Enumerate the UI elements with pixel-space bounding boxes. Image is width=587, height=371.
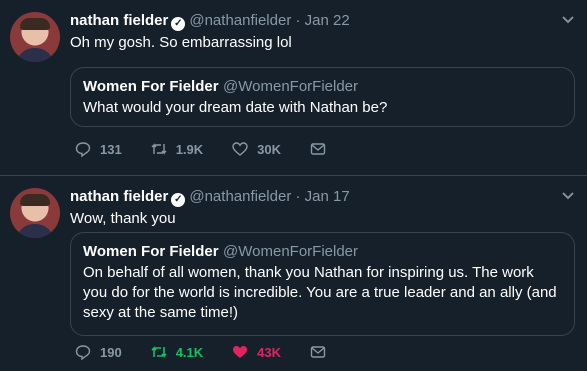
tweet-actions: 190 4.1K 43K	[74, 343, 363, 361]
quoted-author-name: Women For Fielder	[83, 243, 219, 260]
share-button[interactable]	[309, 343, 335, 361]
quoted-tweet[interactable]: Women For Fielder @WomenForFielder What …	[70, 67, 575, 127]
chevron-down-icon[interactable]	[561, 188, 575, 202]
tweet-header: nathan fielder ✓ @nathanfielder · Jan 17	[70, 187, 547, 207]
like-count: 30K	[257, 141, 282, 157]
tweet-date[interactable]: Jan 22	[305, 12, 350, 29]
retweet-count: 4.1K	[175, 344, 204, 360]
retweet-icon	[151, 143, 167, 155]
tweet-date[interactable]: Jan 17	[305, 188, 350, 205]
reply-count: 190	[100, 344, 122, 360]
reply-count: 131	[100, 141, 122, 157]
reply-icon	[75, 345, 91, 361]
reply-icon	[75, 142, 91, 158]
verified-icon: ✓	[171, 193, 186, 207]
retweet-count: 1.9K	[175, 141, 204, 157]
quoted-text: What would your dream date with Nathan b…	[83, 99, 388, 116]
like-count: 43K	[257, 344, 282, 360]
like-icon	[233, 346, 248, 358]
quoted-text: On behalf of all women, thank you Nathan…	[83, 264, 557, 321]
author-handle[interactable]: @nathanfielder	[189, 188, 291, 205]
tweet-text: Oh my gosh. So embarrassing lol	[70, 34, 292, 51]
quoted-author-handle: @WomenForFielder	[223, 243, 359, 260]
avatar[interactable]	[10, 12, 60, 62]
author-handle[interactable]: @nathanfielder	[189, 12, 291, 29]
reply-button[interactable]: 190	[74, 343, 122, 361]
avatar[interactable]	[10, 188, 60, 238]
retweet-button[interactable]: 4.1K	[150, 343, 203, 361]
quoted-author-handle: @WomenForFielder	[223, 78, 359, 95]
tweet[interactable]: nathan fielder ✓ @nathanfielder · Jan 22 O…	[0, 0, 587, 176]
share-icon	[310, 346, 326, 358]
like-button[interactable]: 43K	[231, 343, 281, 361]
separator-dot: ·	[295, 12, 301, 29]
verified-icon: ✓	[171, 17, 186, 31]
tweet[interactable]: nathan fielder ✓ @nathanfielder · Jan 17 W…	[0, 176, 587, 371]
retweet-icon	[151, 346, 167, 358]
chevron-down-icon[interactable]	[561, 12, 575, 26]
reply-button[interactable]: 131	[74, 140, 122, 158]
retweet-button[interactable]: 1.9K	[150, 140, 203, 158]
tweet-actions: 131 1.9K 30K	[74, 140, 363, 158]
share-button[interactable]	[309, 140, 335, 158]
quoted-tweet[interactable]: Women For Fielder @WomenForFielder On be…	[70, 232, 575, 336]
tweet-header: nathan fielder ✓ @nathanfielder · Jan 22	[70, 11, 547, 31]
like-button[interactable]: 30K	[231, 140, 281, 158]
author-name[interactable]: nathan fielder	[70, 188, 168, 205]
tweet-text: Wow, thank you	[70, 210, 176, 227]
separator-dot: ·	[295, 188, 301, 205]
quoted-author-name: Women For Fielder	[83, 78, 219, 95]
share-icon	[310, 143, 326, 155]
author-name[interactable]: nathan fielder	[70, 12, 168, 29]
like-icon	[232, 142, 248, 156]
